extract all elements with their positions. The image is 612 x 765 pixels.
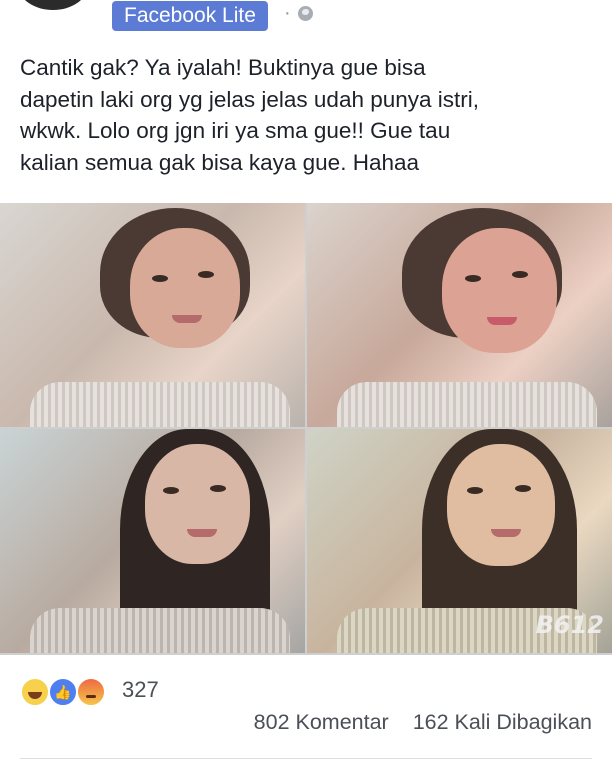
angry-icon: [76, 677, 106, 707]
post-text-line: Cantik gak? Ya iyalah! Buktinya gue bisa: [20, 55, 426, 80]
app-badge: Facebook Lite: [112, 1, 268, 31]
post-header: Facebook Lite ·: [0, 0, 612, 34]
haha-icon: [20, 677, 50, 707]
post-text: Cantik gak? Ya iyalah! Buktinya gue bisa…: [20, 52, 600, 178]
b612-watermark: B612: [535, 611, 604, 639]
comments-count[interactable]: 802 Komentar: [254, 710, 389, 734]
divider: [20, 758, 592, 759]
shares-count[interactable]: 162 Kali Dibagikan: [413, 710, 592, 734]
like-icon: 👍: [48, 677, 78, 707]
reaction-summary[interactable]: 👍 327: [20, 675, 220, 707]
post-text-line: dapetin laki org yg jelas jelas udah pun…: [20, 86, 480, 112]
globe-icon: [298, 6, 313, 21]
post-text-line: wkwk. Lolo org jgn iri ya sma gue!! Gue …: [20, 118, 451, 143]
avatar[interactable]: [18, 0, 88, 10]
post-stats: 802 Komentar 162 Kali Dibagikan: [236, 710, 592, 735]
photo[interactable]: B612: [307, 429, 612, 653]
photo[interactable]: [0, 429, 305, 653]
photo-collage[interactable]: B612: [0, 203, 612, 655]
separator-dot: ·: [284, 2, 291, 24]
photo[interactable]: [0, 203, 305, 427]
photo[interactable]: [307, 203, 612, 427]
reaction-count: 327: [122, 677, 159, 702]
post-text-line: kalian semua gak bisa kaya gue. Hahaa: [20, 149, 420, 175]
